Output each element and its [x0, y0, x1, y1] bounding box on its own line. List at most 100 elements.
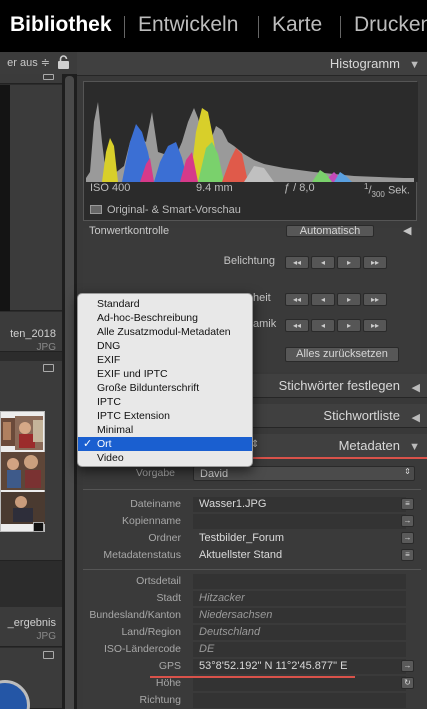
lock-icon[interactable] — [57, 55, 70, 69]
menu-item[interactable]: EXIF — [78, 353, 252, 367]
histogram-header[interactable]: Histogramm ▼ — [77, 52, 427, 76]
preset-row: Vorgabe David ⇕ — [83, 465, 421, 482]
menu-item[interactable]: Ad-hoc-Beschreibung — [78, 311, 252, 325]
metadata-field-row: Ordner Testbilder_Forum → — [83, 530, 421, 547]
file-type: JPG — [36, 342, 56, 353]
list-icon[interactable]: ≡ — [401, 498, 414, 510]
clarity-controls: ◂◂ ◂ ▸ ▸▸ — [285, 293, 387, 306]
iso-value: ISO 400 — [90, 182, 131, 194]
auto-tone-button[interactable]: Automatisch — [286, 225, 374, 237]
flag-icon[interactable] — [43, 74, 54, 80]
menu-item[interactable]: IPTC Extension — [78, 409, 252, 423]
vibrance-down[interactable]: ◂ — [311, 319, 335, 332]
vibrance-down-large[interactable]: ◂◂ — [285, 319, 309, 332]
metadata-field-row: Bundesland/Kanton Niedersachsen — [83, 607, 421, 624]
metadata-field-row: Richtung — [83, 692, 421, 709]
thumbnail[interactable] — [0, 680, 30, 709]
menu-item[interactable]: IPTC — [78, 395, 252, 409]
expand-triangle-icon[interactable]: ◀ — [412, 381, 420, 394]
clarity-up[interactable]: ▸ — [337, 293, 361, 306]
module-picker: Bibliothek Entwickeln Karte Drucken — [0, 0, 427, 52]
preset-label: Vorgabe — [135, 467, 175, 479]
menu-item-selected[interactable]: ✓ Ort — [78, 437, 252, 451]
histogram-title: Histogramm — [329, 56, 400, 71]
gps-field[interactable]: 53°8'52.192" N 11°2'45.877" E — [193, 659, 406, 674]
exposure-down[interactable]: ◂ — [311, 256, 335, 269]
clarity-down-large[interactable]: ◂◂ — [285, 293, 309, 306]
scrollbar[interactable] — [62, 74, 77, 709]
clarity-up-large[interactable]: ▸▸ — [363, 293, 387, 306]
menu-item[interactable]: Große Bildunterschrift — [78, 381, 252, 395]
expand-triangle-icon[interactable]: ◀ — [412, 411, 420, 424]
menu-item[interactable]: Alle Zusatzmodul-Metadaten — [78, 325, 252, 339]
iso-country-code-field[interactable]: DE — [193, 642, 406, 657]
filter-dropdown[interactable]: er aus ≑ — [7, 56, 50, 69]
select-arrows-icon[interactable]: ⇕ — [401, 467, 414, 479]
collapse-triangle-icon[interactable]: ▼ — [409, 59, 420, 71]
list-icon[interactable]: ≡ — [401, 549, 414, 561]
arrow-right-icon[interactable]: → — [401, 660, 414, 672]
checkmark-icon: ✓ — [83, 438, 93, 450]
preset-select[interactable]: David — [193, 466, 415, 481]
metadata-field-row: Dateiname Wasser1.JPG ≡ — [83, 496, 421, 513]
collapse-triangle-icon[interactable]: ▼ — [409, 441, 420, 453]
clarity-down[interactable]: ◂ — [311, 293, 335, 306]
metadata-field-row: Metadatenstatus Aktuellster Stand ≡ — [83, 547, 421, 564]
thumbnail[interactable] — [0, 411, 45, 532]
menu-item[interactable]: Minimal — [78, 423, 252, 437]
field-label: ISO-Ländercode — [103, 643, 181, 655]
flag-icon[interactable] — [43, 651, 54, 659]
filename-field[interactable]: Wasser1.JPG — [193, 497, 406, 512]
module-map[interactable]: Karte — [272, 13, 322, 37]
state-field[interactable]: Niedersachsen — [193, 608, 406, 623]
menu-item[interactable]: Standard — [78, 297, 252, 311]
module-print[interactable]: Drucken — [354, 13, 427, 37]
arrow-right-icon[interactable]: → — [401, 515, 414, 527]
metadata-field-row: Stadt Hitzacker — [83, 590, 421, 607]
grid-cell[interactable] — [0, 85, 62, 311]
module-develop[interactable]: Entwickeln — [138, 13, 238, 37]
city-field[interactable]: Hitzacker — [193, 591, 406, 606]
module-separator — [258, 16, 259, 38]
flag-icon[interactable] — [43, 364, 54, 372]
altitude-field[interactable] — [193, 676, 406, 691]
refresh-icon[interactable]: ↻ — [401, 677, 414, 689]
reset-all-button[interactable]: Alles zurücksetzen — [285, 347, 399, 362]
module-library[interactable]: Bibliothek — [10, 13, 112, 37]
thumbnail-image — [1, 416, 45, 524]
grid-view: er aus ≑ ten_2018 JPG _ergebnis JPG — [0, 52, 77, 709]
grid-cell[interactable] — [0, 361, 62, 561]
divider — [83, 489, 421, 490]
menu-item[interactable]: DNG — [78, 339, 252, 353]
scrollbar-thumb[interactable] — [65, 76, 74, 709]
menu-item[interactable]: Video — [78, 451, 252, 465]
field-label: Ortsdetail — [136, 575, 181, 587]
country-field[interactable]: Deutschland — [193, 625, 406, 640]
smart-preview-status[interactable]: Original- & Smart-Vorschau — [90, 204, 241, 216]
vibrance-up[interactable]: ▸ — [337, 319, 361, 332]
exposure-controls: ◂◂ ◂ ▸ ▸▸ — [285, 256, 387, 269]
direction-field[interactable] — [193, 693, 406, 708]
metadata-badge-icon[interactable] — [33, 522, 44, 532]
exposure-up[interactable]: ▸ — [337, 256, 361, 269]
field-label: Land/Region — [121, 626, 181, 638]
file-type: JPG — [36, 631, 56, 642]
sublocation-field[interactable] — [193, 574, 406, 589]
exposure-down-large[interactable]: ◂◂ — [285, 256, 309, 269]
expand-triangle-icon[interactable]: ◀ — [403, 224, 411, 237]
exposure-up-large[interactable]: ▸▸ — [363, 256, 387, 269]
grid-cell-label: ten_2018 JPG — [0, 312, 62, 353]
copy-name-field[interactable] — [193, 514, 406, 529]
module-separator — [124, 16, 125, 38]
field-label: Kopienname — [122, 515, 181, 527]
metadata-title: Metadaten — [338, 438, 400, 453]
metadata-field-row: Ortsdetail — [83, 573, 421, 590]
grid-cell[interactable] — [0, 74, 62, 84]
menu-item[interactable]: EXIF und IPTC — [78, 367, 252, 381]
field-label: Höhe — [155, 677, 181, 689]
arrow-right-icon[interactable]: → — [401, 532, 414, 544]
metadata-panel: Vorgabe David ⇕ Dateiname Wasser1.JPG ≡ … — [83, 459, 427, 709]
histogram[interactable]: ISO 400 9.4 mm ƒ / 8,0 1/300 Sek. Origin… — [83, 81, 418, 221]
grid-cell[interactable] — [0, 648, 62, 709]
vibrance-up-large[interactable]: ▸▸ — [363, 319, 387, 332]
